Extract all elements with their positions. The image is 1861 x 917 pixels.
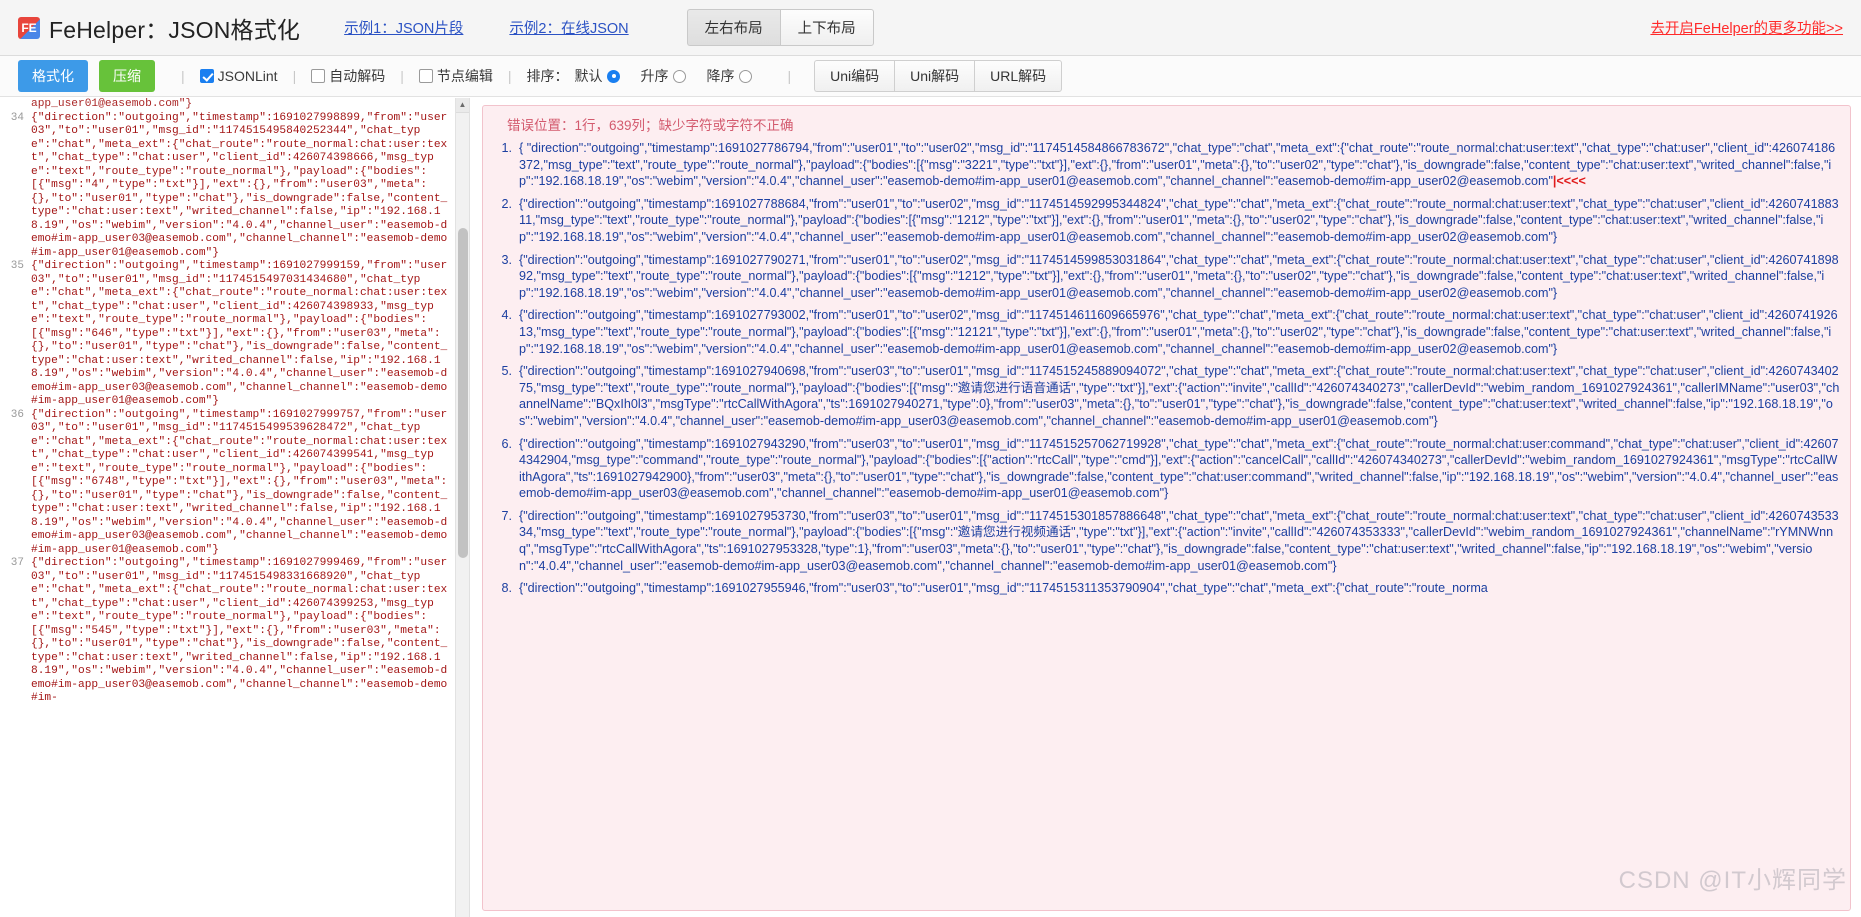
layout-horizontal-button[interactable]: 左右布局 bbox=[686, 9, 780, 46]
url-decode-button[interactable]: URL解码 bbox=[974, 60, 1063, 92]
auto-decode-label: 自动解码 bbox=[329, 68, 386, 84]
list-item-text: {"direction":"outgoing","timestamp":1691… bbox=[519, 364, 1840, 428]
sort-default-radio[interactable]: 默认 bbox=[574, 66, 621, 86]
list-item-text: {"direction":"outgoing","timestamp":1691… bbox=[519, 196, 1839, 244]
sort-default-label: 默认 bbox=[574, 68, 603, 84]
json-object-list: 1. { "direction":"outgoing","timestamp":… bbox=[493, 140, 1840, 597]
table-row[interactable]: 37 {"direction":"outgoing","timestamp":1… bbox=[0, 557, 455, 706]
list-item-index: 1. bbox=[501, 141, 512, 155]
toolbar-separator: | bbox=[787, 68, 792, 84]
auto-decode-checkbox[interactable]: 自动解码 bbox=[311, 66, 385, 86]
list-item[interactable]: 2. {"direction":"outgoing","timestamp":1… bbox=[493, 196, 1840, 246]
code-line-text: {"direction":"outgoing","timestamp":1691… bbox=[31, 557, 448, 704]
code-line-text: {"direction":"outgoing","timestamp":1691… bbox=[31, 408, 448, 556]
list-item-index: 7. bbox=[501, 508, 512, 523]
list-item-index: 2. bbox=[501, 196, 512, 211]
encode-button-group: Uni编码 Uni解码 URL解码 bbox=[814, 60, 1063, 92]
jsonlint-label: JSONLint bbox=[217, 68, 278, 84]
toolbar-separator: | bbox=[292, 68, 297, 84]
error-message: 错误位置：1行，639列；缺少字符或字符不正确 bbox=[507, 118, 794, 133]
app-header: FE FeHelper：JSON格式化 示例1：JSON片段 示例2：在线JSO… bbox=[0, 0, 1861, 56]
sort-asc-radio[interactable]: 升序 bbox=[640, 66, 687, 86]
code-line-text: {"direction":"outgoing","timestamp":1691… bbox=[31, 111, 448, 259]
sort-desc-label: 降序 bbox=[706, 68, 735, 84]
toolbar: 格式化 压缩 | JSONLint | 自动解码 | 节点编辑 | 排序： 默认… bbox=[0, 56, 1861, 97]
toolbar-separator: | bbox=[181, 68, 185, 84]
list-item-text: {"direction":"outgoing","timestamp":1691… bbox=[519, 508, 1839, 573]
json-source-code[interactable]: app_user01@easemob.com"} 34 {"direction"… bbox=[0, 98, 455, 917]
list-item-text: {"direction":"outgoing","timestamp":1691… bbox=[519, 308, 1838, 356]
list-item-text: { "direction":"outgoing","timestamp":169… bbox=[519, 140, 1840, 190]
list-item-index: 4. bbox=[501, 308, 512, 323]
scrollbar-thumb[interactable] bbox=[458, 228, 468, 558]
list-item-index: 6. bbox=[501, 436, 512, 451]
radio-unselected-icon[interactable] bbox=[673, 69, 687, 83]
page-title: FeHelper：JSON格式化 bbox=[49, 16, 301, 43]
layout-vertical-button[interactable]: 上下布局 bbox=[779, 9, 874, 46]
more-features-link[interactable]: 去开启FeHelper的更多功能>> bbox=[1650, 17, 1843, 38]
format-button[interactable]: 格式化 bbox=[18, 60, 88, 92]
list-item[interactable]: 8. {"direction":"outgoing","timestamp":1… bbox=[493, 580, 1840, 597]
layout-toggle-group: 左右布局 上下布局 bbox=[686, 9, 874, 46]
list-item[interactable]: 4. {"direction":"outgoing","timestamp":1… bbox=[493, 307, 1840, 357]
list-item[interactable]: 5. {"direction":"outgoing","timestamp":1… bbox=[493, 363, 1840, 429]
json-result-panel: 错误位置：1行，639列；缺少字符或字符不正确 1. { "direction"… bbox=[470, 98, 1861, 917]
node-edit-label: 节点编辑 bbox=[436, 68, 493, 84]
error-container: 错误位置：1行，639列；缺少字符或字符不正确 1. { "direction"… bbox=[482, 105, 1851, 911]
table-row[interactable]: 35 {"direction":"outgoing","timestamp":1… bbox=[0, 260, 455, 409]
sort-label: 排序： bbox=[526, 68, 569, 84]
scroll-up-arrow-icon[interactable]: ▲ bbox=[456, 98, 469, 113]
table-row[interactable]: 34 {"direction":"outgoing","timestamp":1… bbox=[0, 112, 455, 261]
jsonlint-checkbox[interactable]: JSONLint bbox=[199, 68, 278, 84]
list-item[interactable]: 7. {"direction":"outgoing","timestamp":1… bbox=[493, 508, 1840, 574]
radio-selected-icon[interactable] bbox=[607, 69, 621, 83]
checkbox-checked-icon[interactable] bbox=[199, 69, 214, 83]
line-number: 37 bbox=[10, 557, 24, 569]
list-item-text: {"direction":"outgoing","timestamp":1691… bbox=[519, 581, 1488, 596]
code-row-partial: app_user01@easemob.com"} bbox=[0, 98, 455, 112]
node-edit-checkbox[interactable]: 节点编辑 bbox=[418, 66, 493, 86]
radio-unselected-icon[interactable] bbox=[739, 69, 753, 83]
toolbar-separator: | bbox=[400, 68, 404, 84]
list-item-text: {"direction":"outgoing","timestamp":1691… bbox=[519, 436, 1839, 501]
code-line-text: {"direction":"outgoing","timestamp":1691… bbox=[31, 260, 448, 407]
uni-encode-button[interactable]: Uni编码 bbox=[814, 60, 895, 92]
list-item-index: 3. bbox=[501, 252, 512, 267]
list-item-index: 5. bbox=[501, 364, 512, 379]
checkbox-unchecked-icon[interactable] bbox=[311, 69, 326, 83]
left-panel-scrollbar[interactable]: ▲ bbox=[455, 98, 469, 917]
list-item[interactable]: 6. {"direction":"outgoing","timestamp":1… bbox=[493, 436, 1840, 502]
toolbar-separator: | bbox=[507, 68, 512, 84]
main-split-view: app_user01@easemob.com"} 34 {"direction"… bbox=[0, 98, 1861, 917]
logo-text: FE bbox=[21, 20, 37, 35]
list-item[interactable]: 1. { "direction":"outgoing","timestamp":… bbox=[493, 140, 1840, 190]
list-item-index: 8. bbox=[501, 581, 512, 596]
sort-desc-radio[interactable]: 降序 bbox=[706, 66, 753, 86]
chevron-up-icon: ▲ bbox=[458, 100, 467, 109]
error-marker: |<<<< bbox=[1552, 174, 1586, 189]
table-row[interactable]: 36 {"direction":"outgoing","timestamp":1… bbox=[0, 409, 455, 558]
json-source-panel[interactable]: app_user01@easemob.com"} 34 {"direction"… bbox=[0, 98, 470, 917]
list-item[interactable]: 3. {"direction":"outgoing","timestamp":1… bbox=[493, 252, 1840, 302]
json-text: { "direction":"outgoing","timestamp":169… bbox=[519, 141, 1836, 189]
fehelper-logo-icon: FE bbox=[18, 16, 40, 39]
line-number: 34 bbox=[10, 111, 24, 124]
line-number: 36 bbox=[10, 408, 24, 421]
sort-asc-label: 升序 bbox=[640, 68, 669, 84]
json-formatter-page: FE FeHelper：JSON格式化 示例1：JSON片段 示例2：在线JSO… bbox=[0, 0, 1861, 917]
line-number: 35 bbox=[10, 260, 24, 272]
example-link-2[interactable]: 示例2：在线JSON bbox=[509, 17, 628, 38]
list-item-text: {"direction":"outgoing","timestamp":1691… bbox=[519, 252, 1839, 300]
code-line-partial: app_user01@easemob.com"} bbox=[31, 98, 193, 110]
uni-decode-button[interactable]: Uni解码 bbox=[894, 60, 975, 92]
example-link-1[interactable]: 示例1：JSON片段 bbox=[344, 17, 463, 38]
checkbox-unchecked-icon[interactable] bbox=[418, 69, 433, 83]
compress-button[interactable]: 压缩 bbox=[99, 60, 155, 92]
